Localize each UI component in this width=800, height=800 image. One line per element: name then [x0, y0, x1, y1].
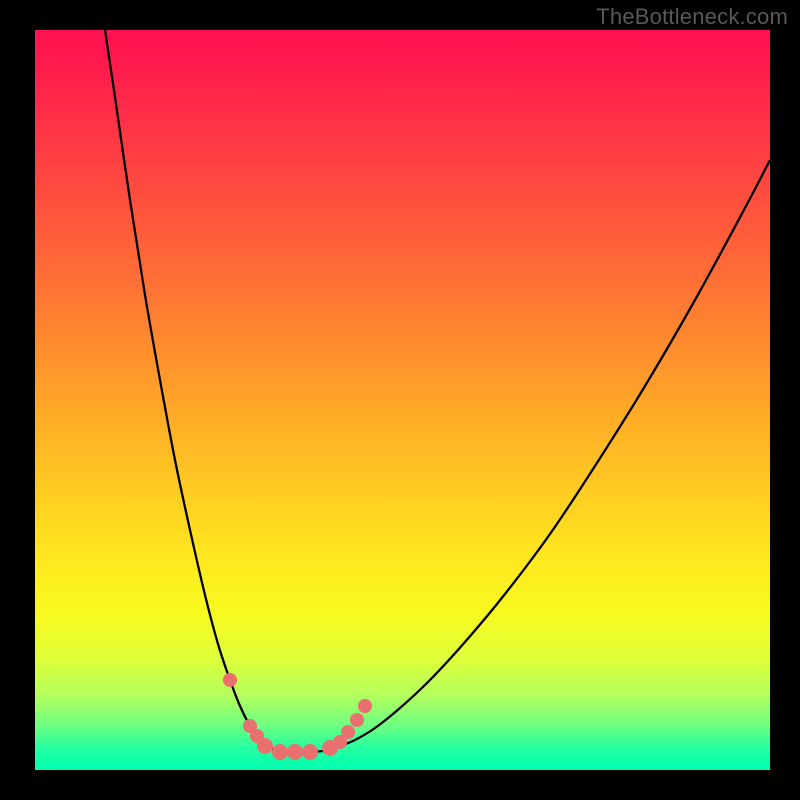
curve-marker: [350, 713, 364, 727]
curve-marker: [302, 744, 318, 760]
curve-marker: [223, 673, 237, 687]
watermark-text: TheBottleneck.com: [596, 4, 788, 30]
curve-marker: [272, 744, 288, 760]
plot-area: [35, 30, 770, 770]
chart-frame: TheBottleneck.com: [0, 0, 800, 800]
curve-marker: [358, 699, 372, 713]
bottleneck-curve: [105, 30, 770, 752]
curve-marker: [257, 738, 273, 754]
curve-marker: [287, 744, 303, 760]
curve-marker: [341, 725, 355, 739]
bottleneck-svg: [35, 30, 770, 770]
